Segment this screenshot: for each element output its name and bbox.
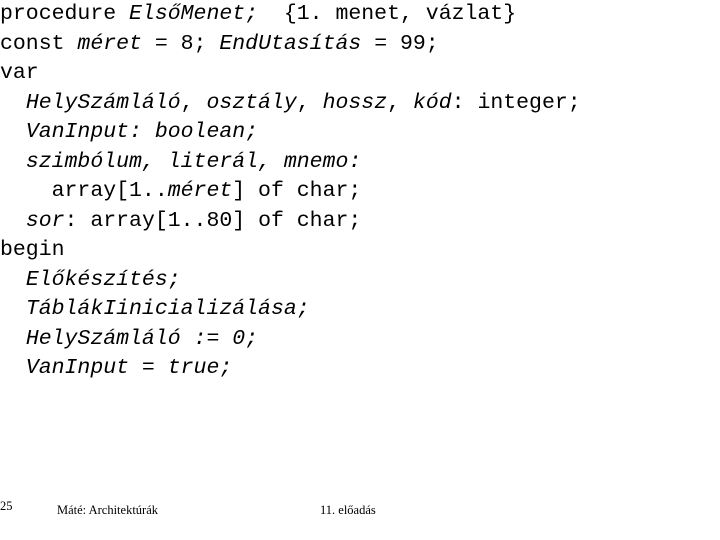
code-line: VanInput: boolean; (0, 118, 720, 148)
code-keyword: = 99; (361, 31, 439, 56)
code-keyword: ] of char; (232, 179, 362, 203)
code-identifier: szimbólum, literál, mnemo: (25, 149, 362, 174)
code-identifier: Előkészítés; (25, 267, 181, 292)
code-identifier: HelySzámláló (25, 90, 181, 115)
code-identifier: méret (77, 31, 142, 56)
footer-lecture: 11. előadás (320, 503, 376, 517)
code-line: HelySzámláló, osztály, hossz, kód: integ… (0, 89, 720, 119)
footer-author: Máté: Architektúrák (57, 503, 159, 517)
code-line: szimbólum, literál, mnemo: (0, 148, 720, 178)
code-line: VanInput = true; (0, 354, 720, 384)
slide-footer: Máté: Architektúrák 11. előadás 25 (0, 498, 720, 522)
code-identifier: VanInput = true; (25, 356, 233, 380)
code-identifier: osztály (206, 90, 297, 115)
code-keyword: procedure (0, 2, 130, 26)
code-identifier: ElsőMenet; (129, 2, 259, 26)
code-line: begin (0, 236, 720, 266)
code-identifier: hossz (322, 90, 388, 115)
code-keyword: , (296, 90, 323, 115)
code-line: TáblákIinicializálása; (0, 295, 720, 325)
code-line: const méret = 8; EndUtasítás = 99; (0, 30, 720, 60)
code-keyword: array[1.. (51, 179, 168, 203)
code-identifier: VanInput: boolean; (25, 120, 259, 144)
code-line: array[1..méret] of char; (0, 177, 720, 207)
code-identifier: EndUtasítás (219, 31, 362, 56)
code-keyword: , (387, 90, 413, 115)
code-keyword: : integer; (451, 90, 581, 115)
code-keyword: , (180, 90, 207, 115)
code-identifier: méret (167, 179, 233, 203)
code-block: procedure ElsőMenet; {1. menet, vázlat} c… (0, 0, 720, 384)
code-identifier: TáblákIinicializálása; (25, 297, 310, 321)
code-line: Előkészítés; (0, 266, 720, 296)
code-keyword: {1. menet, vázlat} (258, 2, 517, 26)
code-keyword: var (0, 61, 39, 85)
code-keyword: : array[1..80] of char; (64, 208, 362, 233)
code-line: var (0, 59, 720, 89)
code-identifier: HelySzámláló := 0; (25, 326, 259, 351)
footer-page-number: 25 (0, 499, 13, 513)
code-keyword: begin (0, 238, 65, 262)
code-identifier: sor (25, 208, 65, 233)
code-line: sor: array[1..80] of char; (0, 207, 720, 237)
code-line: HelySzámláló := 0; (0, 325, 720, 355)
code-identifier: kód (412, 90, 452, 115)
code-keyword: = 8; (141, 31, 220, 56)
code-keyword: const (0, 31, 78, 56)
code-line: procedure ElsőMenet; {1. menet, vázlat} (0, 0, 720, 30)
